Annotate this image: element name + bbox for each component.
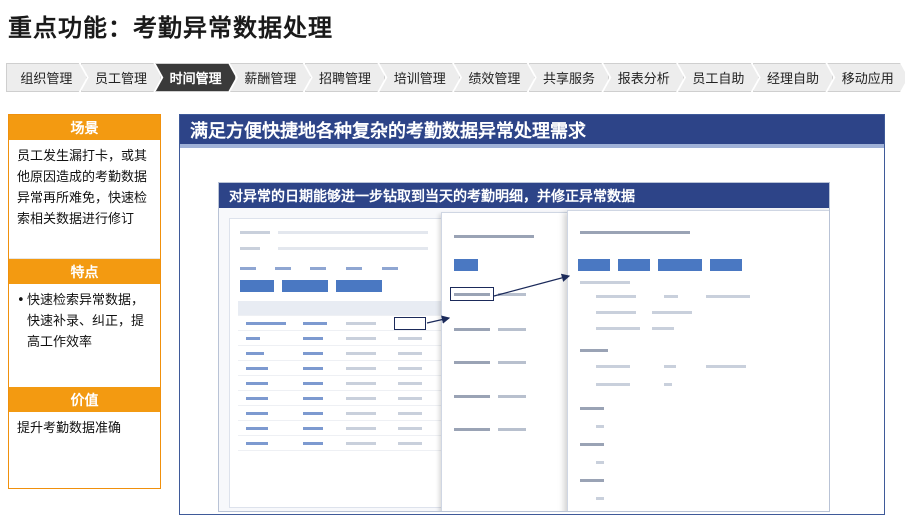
tab-time-management[interactable]: 时间管理	[155, 63, 236, 92]
tab-manager-self-service[interactable]: 经理自助	[753, 63, 834, 92]
module-nav: 组织管理 员工管理 时间管理 薪酬管理 招聘管理 培训管理 绩效管理 共享服务 …	[6, 63, 902, 92]
bullet-icon: •	[17, 293, 25, 308]
attendance-list-panel	[229, 218, 459, 508]
tab-recruitment-management[interactable]: 招聘管理	[305, 63, 386, 92]
tab-report-analysis[interactable]: 报表分析	[603, 63, 684, 92]
tab-training-management[interactable]: 培训管理	[379, 63, 460, 92]
list-item: • 快速检索异常数据，快速补录、纠正，提高工作效率	[17, 290, 152, 353]
value-section: 价值 提升考勤数据准确	[9, 387, 160, 445]
tab-performance-management[interactable]: 绩效管理	[454, 63, 535, 92]
attendance-ui-illustration	[219, 208, 829, 511]
tab-shared-services[interactable]: 共享服务	[529, 63, 610, 92]
daily-detail-panel	[441, 212, 569, 511]
feature-text: 快速检索异常数据，快速补录、纠正，提高工作效率	[27, 293, 145, 350]
tab-payroll-management[interactable]: 薪酬管理	[230, 63, 311, 92]
value-heading: 价值	[9, 387, 160, 412]
tab-mobile-app[interactable]: 移动应用	[827, 63, 905, 92]
scene-section: 场景 员工发生漏打卡，或其他原因造成的考勤数据异常再所难免，快速检索相关数据进行…	[9, 115, 160, 259]
tab-employee-management[interactable]: 员工管理	[81, 63, 162, 92]
info-sidebar: 场景 员工发生漏打卡，或其他原因造成的考勤数据异常再所难免，快速检索相关数据进行…	[8, 114, 161, 489]
tab-employee-self-service[interactable]: 员工自助	[678, 63, 759, 92]
page-title: 重点功能：考勤异常数据处理	[8, 14, 333, 42]
screenshot-illustration: 对异常的日期能够进一步钻取到当天的考勤明细，并修正异常数据	[218, 182, 830, 512]
correction-detail-panel	[567, 210, 829, 511]
feature-panel: 满足方便快捷地各种复杂的考勤数据异常处理需求 对异常的日期能够进一步钻取到当天的…	[179, 114, 885, 515]
value-text: 提升考勤数据准确	[17, 421, 122, 436]
scene-text: 员工发生漏打卡，或其他原因造成的考勤数据异常再所难免，快速检索相关数据进行修订	[17, 149, 148, 227]
features-list: • 快速检索异常数据，快速补录、纠正，提高工作效率	[9, 284, 160, 359]
screenshot-banner: 对异常的日期能够进一步钻取到当天的考勤明细，并修正异常数据	[219, 183, 829, 208]
features-heading: 特点	[9, 259, 160, 284]
tab-org-management[interactable]: 组织管理	[6, 63, 87, 92]
scene-heading: 场景	[9, 115, 160, 140]
features-section: 特点 • 快速检索异常数据，快速补录、纠正，提高工作效率	[9, 259, 160, 354]
feature-banner: 满足方便快捷地各种复杂的考勤数据异常处理需求	[180, 115, 884, 148]
